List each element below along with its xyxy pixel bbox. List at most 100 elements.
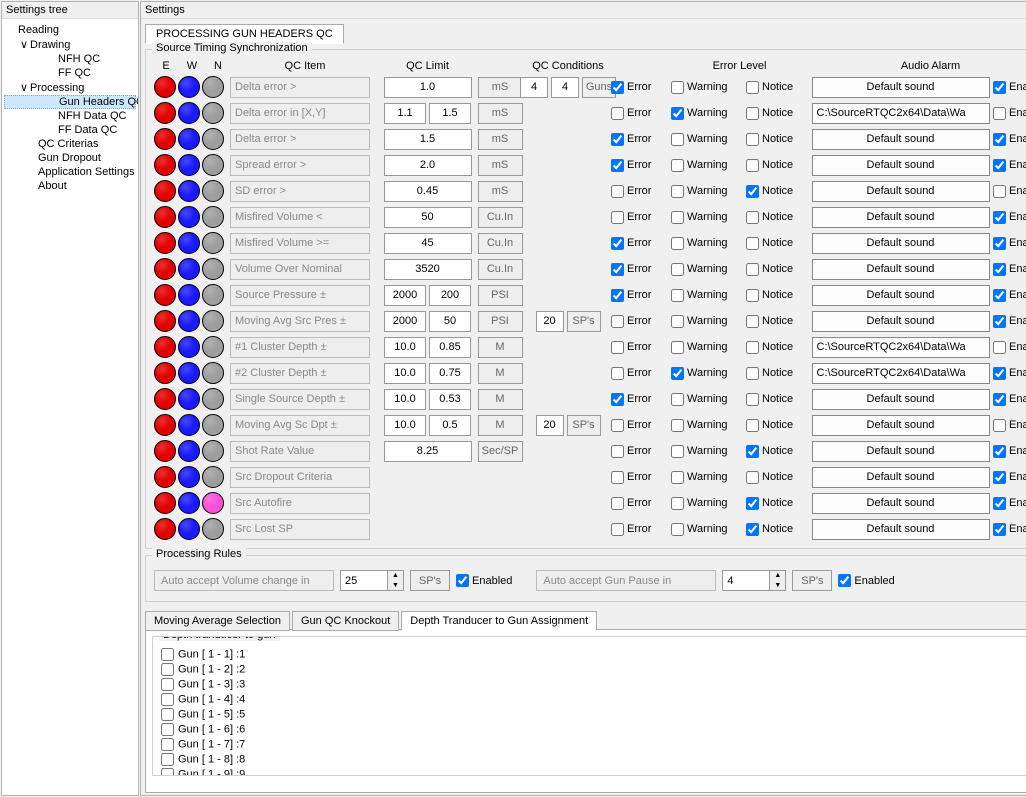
bottom-tab-gun-qc-knockout[interactable]: Gun QC Knockout — [292, 611, 399, 631]
pause-value[interactable] — [722, 570, 770, 591]
warning-checkbox[interactable]: Warning — [671, 133, 746, 146]
error-checkbox[interactable]: Error — [611, 393, 671, 406]
limit-value-2[interactable] — [429, 389, 471, 410]
audio-alarm-button[interactable]: C:\SourceRTQC2x64\Data\Wa — [812, 363, 990, 384]
audio-alarm-button[interactable]: Default sound — [812, 415, 990, 436]
tab-processing-gun-headers-qc[interactable]: PROCESSING GUN HEADERS QC — [145, 24, 344, 44]
notice-checkbox[interactable]: Notice — [746, 289, 808, 302]
warning-dot-icon[interactable] — [178, 388, 200, 410]
warning-dot-icon[interactable] — [178, 232, 200, 254]
error-dot-icon[interactable] — [154, 388, 176, 410]
enable-sound-checkbox[interactable]: Enable Sound — [993, 367, 1026, 380]
error-dot-icon[interactable] — [154, 206, 176, 228]
enable-sound-checkbox[interactable]: Enable Sound — [993, 263, 1026, 276]
notice-dot-icon[interactable] — [202, 492, 224, 514]
notice-checkbox[interactable]: Notice — [746, 341, 808, 354]
gun-checkbox[interactable] — [161, 708, 174, 721]
notice-dot-icon[interactable] — [202, 336, 224, 358]
enable-sound-checkbox[interactable]: Enable Sound — [993, 471, 1026, 484]
error-dot-icon[interactable] — [154, 362, 176, 384]
warning-checkbox[interactable]: Warning — [671, 289, 746, 302]
warning-checkbox[interactable]: Warning — [671, 471, 746, 484]
warning-checkbox[interactable]: Warning — [671, 315, 746, 328]
warning-dot-icon[interactable] — [178, 102, 200, 124]
warning-checkbox[interactable]: Warning — [671, 341, 746, 354]
enable-sound-checkbox[interactable]: Enable Sound — [993, 133, 1026, 146]
warning-dot-icon[interactable] — [178, 336, 200, 358]
notice-checkbox[interactable]: Notice — [746, 497, 808, 510]
tree-item-drawing[interactable]: ∨Drawing — [4, 37, 136, 52]
warning-checkbox[interactable]: Warning — [671, 367, 746, 380]
notice-dot-icon[interactable] — [202, 310, 224, 332]
notice-dot-icon[interactable] — [202, 154, 224, 176]
error-checkbox[interactable]: Error — [611, 497, 671, 510]
warning-dot-icon[interactable] — [178, 466, 200, 488]
notice-checkbox[interactable]: Notice — [746, 237, 808, 250]
notice-checkbox[interactable]: Notice — [746, 315, 808, 328]
error-dot-icon[interactable] — [154, 102, 176, 124]
cond-value-2[interactable] — [551, 77, 579, 98]
gun-list-item[interactable]: Gun [ 1 - 5] :5 — [159, 707, 1026, 722]
limit-value-2[interactable] — [429, 415, 471, 436]
limit-value[interactable] — [384, 259, 472, 280]
notice-dot-icon[interactable] — [202, 388, 224, 410]
bottom-tab-moving-average-selection[interactable]: Moving Average Selection — [145, 611, 290, 631]
audio-alarm-button[interactable]: Default sound — [812, 519, 990, 540]
notice-checkbox[interactable]: Notice — [746, 185, 808, 198]
notice-checkbox[interactable]: Notice — [746, 393, 808, 406]
notice-checkbox[interactable]: Notice — [746, 445, 808, 458]
error-dot-icon[interactable] — [154, 284, 176, 306]
notice-dot-icon[interactable] — [202, 440, 224, 462]
error-dot-icon[interactable] — [154, 232, 176, 254]
gun-list-item[interactable]: Gun [ 1 - 6] :6 — [159, 722, 1026, 737]
error-dot-icon[interactable] — [154, 336, 176, 358]
enable-sound-checkbox[interactable]: Enable Sound — [993, 393, 1026, 406]
audio-alarm-button[interactable]: Default sound — [812, 181, 990, 202]
gun-list-item[interactable]: Gun [ 1 - 9] :9 — [159, 767, 1026, 776]
error-checkbox[interactable]: Error — [611, 211, 671, 224]
error-checkbox[interactable]: Error — [611, 237, 671, 250]
limit-value-1[interactable] — [384, 103, 426, 124]
gun-checkbox[interactable] — [161, 663, 174, 676]
notice-dot-icon[interactable] — [202, 76, 224, 98]
tree-item-processing[interactable]: ∨Processing — [4, 80, 136, 95]
notice-dot-icon[interactable] — [202, 414, 224, 436]
warning-dot-icon[interactable] — [178, 206, 200, 228]
notice-dot-icon[interactable] — [202, 206, 224, 228]
limit-value-2[interactable] — [429, 363, 471, 384]
warning-checkbox[interactable]: Warning — [671, 211, 746, 224]
error-checkbox[interactable]: Error — [611, 185, 671, 198]
gun-checkbox[interactable] — [161, 723, 174, 736]
gun-checkbox[interactable] — [161, 678, 174, 691]
warning-dot-icon[interactable] — [178, 258, 200, 280]
limit-value-1[interactable] — [384, 389, 426, 410]
tree-item-gun-dropout[interactable]: Gun Dropout — [4, 151, 136, 165]
tree-item-gun-headers-qc[interactable]: Gun Headers QC — [4, 95, 136, 109]
enable-sound-checkbox[interactable]: Enable Sound — [993, 419, 1026, 432]
tree-item-application-settings[interactable]: Application Settings — [4, 165, 136, 179]
warning-checkbox[interactable]: Warning — [671, 393, 746, 406]
limit-value[interactable] — [384, 207, 472, 228]
gun-checkbox[interactable] — [161, 768, 174, 776]
limit-value-2[interactable] — [429, 311, 471, 332]
error-dot-icon[interactable] — [154, 128, 176, 150]
spin-up-icon[interactable]: ▲ — [770, 571, 785, 581]
error-checkbox[interactable]: Error — [611, 315, 671, 328]
warning-dot-icon[interactable] — [178, 310, 200, 332]
enable-sound-checkbox[interactable]: Enable Sound — [993, 211, 1026, 224]
notice-checkbox[interactable]: Notice — [746, 471, 808, 484]
warning-dot-icon[interactable] — [178, 154, 200, 176]
audio-alarm-button[interactable]: Default sound — [812, 77, 990, 98]
warning-dot-icon[interactable] — [178, 180, 200, 202]
audio-alarm-button[interactable]: Default sound — [812, 259, 990, 280]
enable-sound-checkbox[interactable]: Enable Sound — [993, 341, 1026, 354]
enable-sound-checkbox[interactable]: Enable Sound — [993, 107, 1026, 120]
audio-alarm-button[interactable]: Default sound — [812, 207, 990, 228]
gun-list-item[interactable]: Gun [ 1 - 4] :4 — [159, 692, 1026, 707]
audio-alarm-button[interactable]: Default sound — [812, 467, 990, 488]
tree-twisty-icon[interactable]: ∨ — [18, 81, 30, 94]
audio-alarm-button[interactable]: C:\SourceRTQC2x64\Data\Wa — [812, 337, 990, 358]
warning-dot-icon[interactable] — [178, 492, 200, 514]
spin-down-icon[interactable]: ▼ — [770, 581, 785, 591]
gun-list-item[interactable]: Gun [ 1 - 3] :3 — [159, 677, 1026, 692]
